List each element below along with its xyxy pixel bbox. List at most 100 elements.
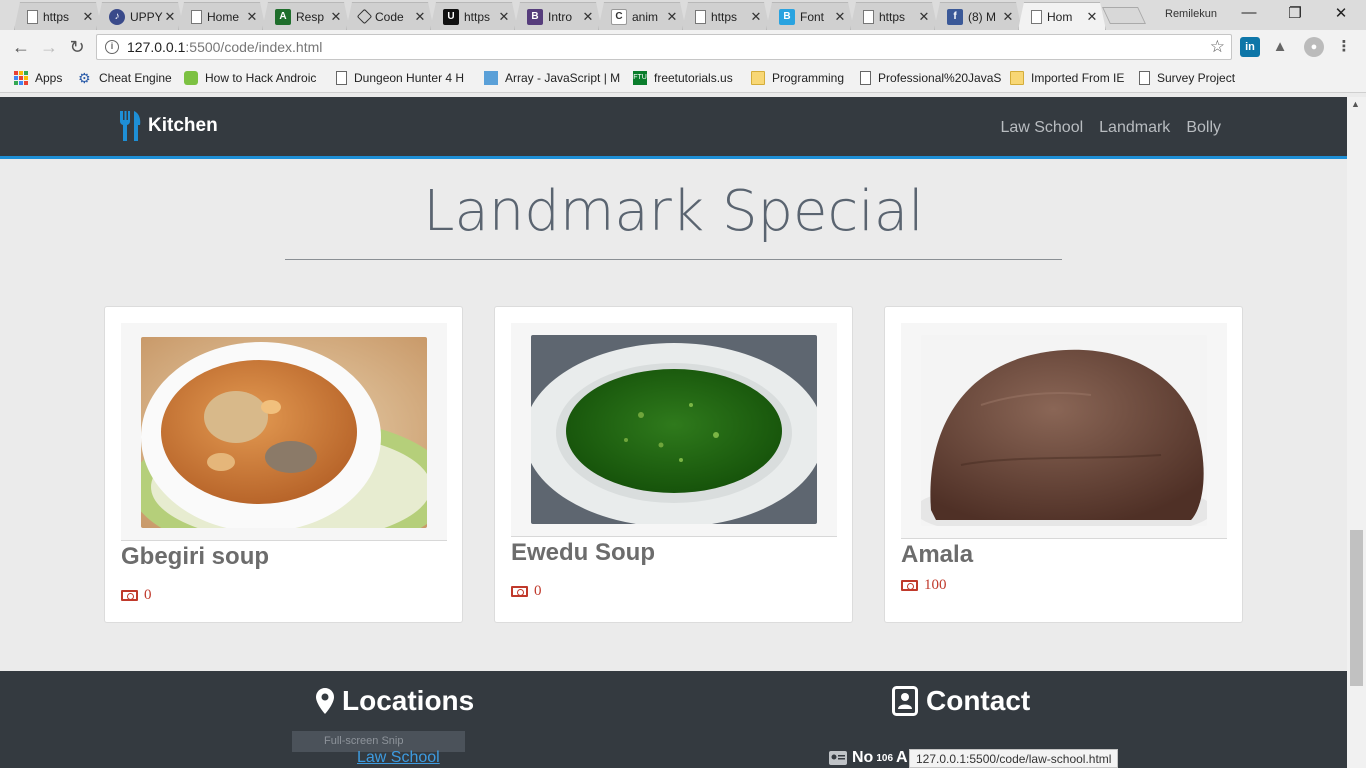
bookmark-label: Array - JavaScript | M [505, 71, 621, 85]
bookmark-survey-project[interactable]: Survey Project [1139, 71, 1235, 85]
close-icon[interactable]: ✕ [497, 9, 511, 25]
card-image-frame [121, 323, 447, 541]
reload-icon[interactable]: ↻ [66, 36, 88, 58]
browser-tab[interactable]: Code ✕ [346, 2, 434, 30]
browser-tab[interactable]: Home ✕ [178, 2, 266, 30]
c-icon: C [611, 9, 627, 25]
close-icon[interactable]: ✕ [665, 9, 679, 25]
mdn-icon [484, 71, 498, 85]
linkedin-extension-icon[interactable]: in [1240, 37, 1260, 57]
browser-tab-active[interactable]: Hom ✕ [1018, 2, 1106, 30]
tab-title: Resp [296, 9, 325, 24]
tab-title: Hom [1047, 9, 1073, 24]
food-card[interactable]: Ewedu Soup 0 [494, 306, 853, 623]
tab-title: Intro [548, 9, 573, 24]
minimize-icon[interactable]: — [1238, 4, 1260, 24]
drive-extension-icon[interactable]: ▲ [1270, 37, 1290, 57]
close-icon[interactable]: ✕ [329, 9, 343, 25]
location-link-law-school[interactable]: Law School [357, 749, 440, 767]
bookmark-imported-ie[interactable]: Imported From IE [1010, 71, 1124, 85]
profile-name[interactable]: Remilekun [1165, 8, 1217, 20]
locations-heading-text: Locations [342, 685, 475, 716]
bookmark-label: freetutorials.us [654, 71, 733, 85]
codepen-icon [357, 9, 373, 25]
nav-link-bolly[interactable]: Bolly [1186, 119, 1221, 137]
page-icon [860, 71, 871, 85]
close-icon[interactable]: ✕ [1001, 9, 1015, 25]
scroll-thumb[interactable] [1350, 530, 1363, 686]
browser-tab[interactable]: U https ✕ [430, 2, 518, 30]
b-icon: B [779, 9, 795, 25]
page-icon [863, 10, 874, 24]
tab-title: Font [800, 9, 825, 24]
close-icon[interactable]: ✕ [1085, 9, 1099, 25]
scroll-up-arrow-icon[interactable]: ▲ [1351, 99, 1360, 109]
food-card[interactable]: Gbegiri soup 0 [104, 306, 463, 623]
browser-tab[interactable]: https ✕ [850, 2, 938, 30]
page-icon [695, 10, 706, 24]
bookmark-label: Cheat Engine [99, 71, 172, 85]
site-brand[interactable]: Kitchen [118, 111, 218, 141]
extension-icon[interactable]: ● [1304, 37, 1324, 57]
restore-icon[interactable]: ❐ [1284, 4, 1306, 24]
browser-tab[interactable]: https ✕ [14, 2, 102, 30]
bookmark-cheat-engine[interactable]: ⚙ Cheat Engine [78, 71, 172, 85]
tab-title: Code [375, 9, 404, 24]
bookmark-star-icon[interactable]: ☆ [1210, 37, 1225, 57]
close-icon[interactable]: ✕ [581, 9, 595, 25]
bookmark-professional-js[interactable]: Professional%20JavaS [860, 71, 1001, 85]
food-image-ewedu [531, 335, 817, 524]
info-icon[interactable]: i [105, 40, 119, 54]
bookmark-android[interactable]: How to Hack Androic [184, 71, 316, 85]
card-price: 100 [901, 577, 947, 594]
page-scrollbar[interactable]: ▲ [1347, 97, 1366, 768]
address-bar[interactable]: i 127.0.0.1:5500/code/index.html ☆ [96, 34, 1232, 60]
browser-tab[interactable]: B Font ✕ [766, 2, 854, 30]
address-book-icon [892, 686, 918, 716]
page-icon [1139, 71, 1150, 85]
browser-tab[interactable]: f (8) M ✕ [934, 2, 1022, 30]
bookmark-array-js[interactable]: Array - JavaScript | M [484, 71, 620, 85]
close-window-icon[interactable]: ✕ [1330, 4, 1352, 24]
forward-icon[interactable]: → [38, 36, 60, 58]
price-value: 100 [924, 577, 947, 593]
browser-tab[interactable]: C anim ✕ [598, 2, 686, 30]
ftu-icon: FTU [633, 71, 647, 85]
bookmark-programming[interactable]: Programming [751, 71, 844, 85]
bookmark-apps[interactable]: Apps [14, 71, 62, 85]
back-icon[interactable]: ← [10, 36, 32, 58]
folder-icon [1010, 71, 1024, 85]
browser-tab[interactable]: ♪ UPPY ✕ [96, 2, 184, 30]
menu-icon[interactable]: ⋮ [1334, 37, 1354, 57]
id-card-icon [829, 751, 847, 765]
card-title: Gbegiri soup [121, 543, 270, 570]
responsive-icon: A [275, 9, 291, 25]
close-icon[interactable]: ✕ [413, 9, 427, 25]
bookmark-freetutorials[interactable]: FTU freetutorials.us [633, 71, 733, 85]
contact-address: No 106 A [829, 749, 908, 767]
new-tab-button[interactable] [1102, 7, 1146, 24]
close-icon[interactable]: ✕ [917, 9, 931, 25]
browser-tab[interactable]: B Intro ✕ [514, 2, 602, 30]
locations-heading: Locations [316, 685, 474, 717]
nav-link-landmark[interactable]: Landmark [1099, 119, 1170, 137]
bookmark-dungeon-hunter[interactable]: Dungeon Hunter 4 H [336, 71, 464, 85]
nav-link-law-school[interactable]: Law School [1000, 119, 1083, 137]
page-icon [27, 10, 38, 24]
title-divider [285, 259, 1062, 260]
price-value: 0 [144, 587, 152, 603]
food-card[interactable]: Amala 100 [884, 306, 1243, 623]
tab-title: https [879, 9, 906, 24]
card-title: Ewedu Soup [511, 539, 655, 566]
site-nav-links: Law School Landmark Bolly [1000, 119, 1221, 137]
close-icon[interactable]: ✕ [245, 9, 259, 25]
close-icon[interactable]: ✕ [833, 9, 847, 25]
close-icon[interactable]: ✕ [163, 9, 177, 25]
browser-tab[interactable]: A Resp ✕ [262, 2, 350, 30]
browser-tabstrip: https ✕ ♪ UPPY ✕ Home ✕ A Resp ✕ Code ✕ … [0, 0, 1366, 30]
close-icon[interactable]: ✕ [81, 9, 95, 25]
page-icon [191, 10, 202, 24]
tab-title: https [711, 9, 738, 24]
close-icon[interactable]: ✕ [749, 9, 763, 25]
browser-tab[interactable]: https ✕ [682, 2, 770, 30]
